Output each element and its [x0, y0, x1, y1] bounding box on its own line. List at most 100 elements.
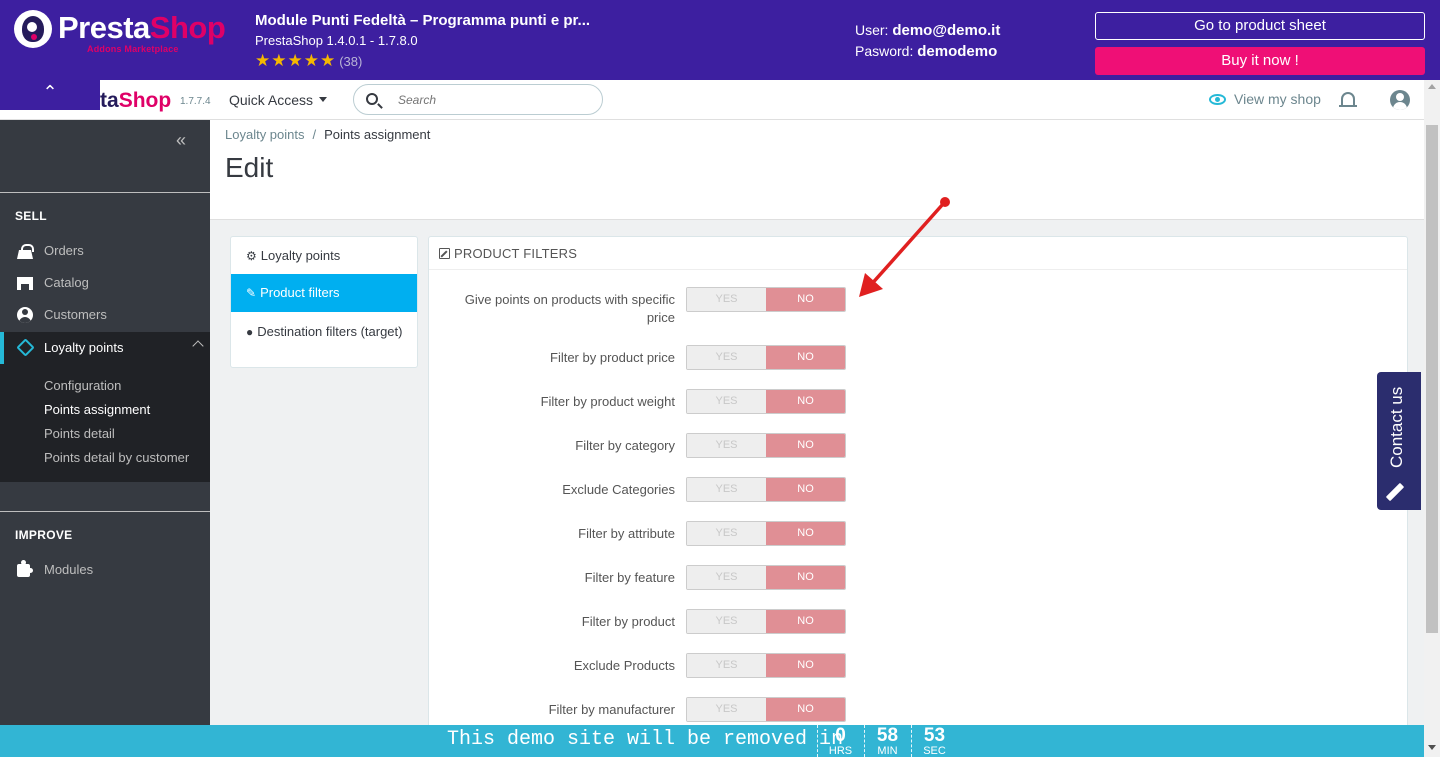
sidebar-collapse-icon[interactable]: «	[176, 130, 186, 151]
switch-yes[interactable]: YES	[687, 566, 766, 589]
exclude-products-switch[interactable]: YES NO	[686, 653, 846, 678]
panel-heading-text: PRODUCT FILTERS	[454, 246, 578, 261]
admin-logo-shop: Shop	[118, 89, 172, 112]
credential-user: User: demo@demo.it	[855, 20, 1000, 41]
seconds-value: 53	[923, 725, 946, 746]
switch-no[interactable]: NO	[766, 698, 845, 721]
tab-label: Loyalty points	[260, 248, 341, 263]
switch-no[interactable]: NO	[766, 478, 845, 501]
config-tab-list: ⚙ Loyalty points ✎ Product filters ● Destin…	[230, 236, 418, 368]
tab-loyalty-points[interactable]: ⚙ Loyalty points	[231, 237, 417, 274]
page-title: Edit	[225, 152, 274, 183]
contact-us-tab[interactable]: Contact us	[1377, 372, 1421, 510]
filter-label: Exclude Categories	[562, 482, 675, 497]
feature-switch[interactable]: YES NO	[686, 565, 846, 590]
switch-no[interactable]: NO	[766, 566, 845, 589]
prestashop-addons-logo[interactable]: PrestaShop Addons Marketplace	[14, 10, 229, 54]
go-to-product-sheet-button[interactable]: Go to product sheet	[1095, 12, 1425, 40]
submenu-configuration[interactable]: Configuration	[44, 378, 121, 393]
tab-product-filters[interactable]: ✎ Product filters	[231, 274, 417, 312]
submenu-points-detail[interactable]: Points detail	[44, 426, 115, 441]
user-account-icon[interactable]	[1390, 90, 1410, 110]
search-input[interactable]	[398, 90, 588, 110]
switch-yes[interactable]: YES	[687, 288, 766, 311]
attribute-switch[interactable]: YES NO	[686, 521, 846, 546]
breadcrumb-separator: /	[312, 127, 317, 142]
search-icon[interactable]	[366, 93, 378, 105]
switch-yes[interactable]: YES	[687, 346, 766, 369]
notifications-bell-icon[interactable]	[1339, 92, 1357, 107]
filter-label: Exclude Products	[573, 658, 675, 673]
sidebar-item-customers[interactable]: Customers	[0, 299, 210, 331]
switch-no[interactable]: NO	[766, 522, 845, 545]
sidebar-item-modules[interactable]: Modules	[0, 554, 210, 586]
switch-no[interactable]: NO	[766, 390, 845, 413]
buy-it-now-button[interactable]: Buy it now !	[1095, 47, 1425, 75]
scrollbar-thumb[interactable]	[1426, 125, 1438, 633]
quick-access-dropdown[interactable]: Quick Access	[229, 92, 327, 108]
puzzle-icon	[17, 560, 33, 577]
sidebar-divider	[0, 192, 210, 193]
switch-yes[interactable]: YES	[687, 522, 766, 545]
rating-stars: ★★★★★	[255, 51, 337, 70]
logo-wordmark: PrestaShop	[58, 10, 226, 46]
user-label: User:	[855, 22, 889, 38]
sidebar-item-label: Loyalty points	[44, 340, 124, 355]
submenu-points-detail-by-customer[interactable]: Points detail by customer	[44, 450, 189, 465]
module-title[interactable]: Module Punti Fedeltà – Programma punti e…	[255, 12, 590, 29]
switch-no[interactable]: NO	[766, 288, 845, 311]
switch-yes[interactable]: YES	[687, 434, 766, 457]
filter-label: Filter by product price	[550, 350, 675, 365]
scroll-down-arrow-icon[interactable]	[1428, 745, 1436, 750]
switch-no[interactable]: NO	[766, 654, 845, 677]
demo-credentials: User: demo@demo.it Pasword: demodemo	[855, 20, 1000, 62]
submenu-points-assignment[interactable]: Points assignment	[44, 402, 150, 417]
pencil-icon	[1385, 482, 1405, 502]
category-switch[interactable]: YES NO	[686, 433, 846, 458]
switch-no[interactable]: NO	[766, 434, 845, 457]
filter-label: Filter by product weight	[540, 394, 675, 409]
breadcrumb-current: Points assignment	[324, 127, 431, 142]
sidebar-divider	[0, 511, 210, 512]
specific-price-switch[interactable]: YES NO	[686, 287, 846, 312]
edit-icon: ✎	[246, 286, 257, 300]
switch-no[interactable]: NO	[766, 346, 845, 369]
chevron-up-icon[interactable]	[192, 340, 204, 352]
minutes-unit: MIN	[877, 745, 898, 757]
hours-value: 0	[835, 725, 846, 746]
switch-yes[interactable]: YES	[687, 610, 766, 633]
switch-yes[interactable]: YES	[687, 390, 766, 413]
collapse-banner-button[interactable]: ⌃	[0, 80, 100, 110]
view-my-shop-link[interactable]: View my shop	[1209, 91, 1321, 107]
sidebar-item-orders[interactable]: Orders	[0, 235, 210, 267]
seconds-unit: SEC	[923, 745, 946, 757]
scroll-up-arrow-icon[interactable]	[1428, 84, 1436, 89]
red-arrow-annotation	[859, 197, 950, 297]
manufacturer-switch[interactable]: YES NO	[686, 697, 846, 722]
password-value: demodemo	[917, 43, 998, 60]
tab-label: Destination filters (target)	[257, 324, 403, 339]
product-price-switch[interactable]: YES NO	[686, 345, 846, 370]
switch-yes[interactable]: YES	[687, 478, 766, 501]
page-scrollbar[interactable]	[1424, 80, 1440, 757]
product-switch[interactable]: YES NO	[686, 609, 846, 634]
exclude-categories-switch[interactable]: YES NO	[686, 477, 846, 502]
rating-count: (38)	[339, 54, 363, 69]
user-value: demo@demo.it	[892, 22, 1001, 39]
search-box[interactable]	[353, 84, 603, 115]
breadcrumb-parent[interactable]: Loyalty points	[225, 127, 305, 142]
product-weight-switch[interactable]: YES NO	[686, 389, 846, 414]
countdown-message: This demo site will be removed in	[447, 728, 844, 751]
switch-yes[interactable]: YES	[687, 654, 766, 677]
sidebar-item-catalog[interactable]: Catalog	[0, 267, 210, 299]
tab-destination-filters[interactable]: ● Destination filters (target)	[231, 312, 417, 367]
sidebar-item-loyalty-points[interactable]: Loyalty points	[0, 332, 210, 364]
basket-icon	[17, 243, 34, 259]
section-sell: SELL	[15, 209, 47, 223]
puffin-logo-icon	[14, 10, 52, 48]
sidebar: « SELL Orders Catalog Customers Loyalty …	[0, 120, 210, 730]
view-my-shop-label: View my shop	[1234, 91, 1321, 107]
switch-no[interactable]: NO	[766, 610, 845, 633]
admin-logo[interactable]: taShop	[100, 89, 171, 113]
switch-yes[interactable]: YES	[687, 698, 766, 721]
